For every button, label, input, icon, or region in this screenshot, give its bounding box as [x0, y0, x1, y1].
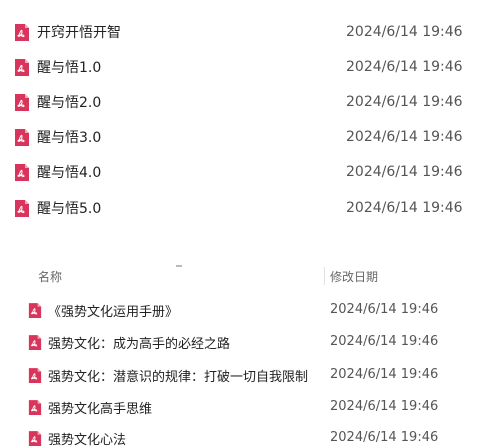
file-name: 强势文化心法	[48, 432, 127, 448]
file-name: 醒与悟2.0	[37, 95, 102, 111]
column-header-name[interactable]: 名称	[38, 268, 62, 285]
column-header-modified[interactable]: 修改日期	[330, 268, 378, 285]
pdf-file-icon	[14, 23, 30, 42]
file-name: 《强势文化运用手册》	[48, 304, 179, 320]
file-row[interactable]: 醒与悟4.0	[14, 161, 101, 183]
pdf-file-icon	[28, 334, 42, 351]
file-modified-date: 2024/6/14 19:46	[330, 367, 439, 382]
pdf-file-icon	[28, 367, 42, 384]
pdf-file-icon	[14, 163, 30, 182]
file-modified-date: 2024/6/14 19:46	[330, 399, 439, 414]
file-row[interactable]: 《强势文化运用手册》	[28, 300, 178, 320]
file-name: 强势文化：潜意识的规律：打破一切自我限制	[48, 369, 309, 385]
pdf-file-icon	[14, 58, 30, 77]
file-name: 醒与悟4.0	[37, 165, 102, 181]
file-modified-date: 2024/6/14 19:46	[346, 94, 463, 110]
pdf-file-icon	[14, 128, 30, 147]
pdf-file-icon	[14, 199, 30, 218]
file-row[interactable]: 强势文化高手思维	[28, 397, 152, 417]
file-modified-date: 2024/6/14 19:46	[330, 430, 439, 445]
file-modified-date: 2024/6/14 19:46	[346, 59, 463, 75]
file-row[interactable]: 醒与悟3.0	[14, 126, 101, 148]
pdf-file-icon	[28, 399, 42, 416]
file-name: 强势文化：成为高手的必经之路	[48, 336, 231, 352]
file-row[interactable]: 强势文化：成为高手的必经之路	[28, 332, 230, 352]
file-modified-date: 2024/6/14 19:46	[346, 164, 463, 180]
file-modified-date: 2024/6/14 19:46	[330, 302, 439, 317]
file-modified-date: 2024/6/14 19:46	[346, 200, 463, 216]
file-name: 强势文化高手思维	[48, 401, 153, 417]
file-modified-date: 2024/6/14 19:46	[346, 129, 463, 145]
pdf-file-icon	[14, 93, 30, 112]
file-name: 醒与悟5.0	[37, 201, 102, 217]
file-name: 醒与悟1.0	[37, 60, 102, 76]
file-modified-date: 2024/6/14 19:46	[346, 24, 463, 40]
file-row[interactable]: 强势文化：潜意识的规律：打破一切自我限制	[28, 365, 308, 385]
column-separator[interactable]	[324, 267, 325, 285]
column-header: 名称 修改日期	[0, 267, 480, 286]
file-modified-date: 2024/6/14 19:46	[330, 334, 439, 349]
file-name: 醒与悟3.0	[37, 130, 102, 146]
file-row[interactable]: 开窍开悟开智	[14, 21, 121, 43]
file-row[interactable]: 醒与悟5.0	[14, 197, 101, 219]
file-row[interactable]: 醒与悟1.0	[14, 56, 101, 78]
file-row[interactable]: 强势文化心法	[28, 428, 126, 448]
pdf-file-icon	[28, 430, 42, 447]
pdf-file-icon	[28, 302, 42, 319]
file-row[interactable]: 醒与悟2.0	[14, 91, 101, 113]
file-name: 开窍开悟开智	[37, 25, 121, 41]
divider-mark	[176, 265, 182, 267]
